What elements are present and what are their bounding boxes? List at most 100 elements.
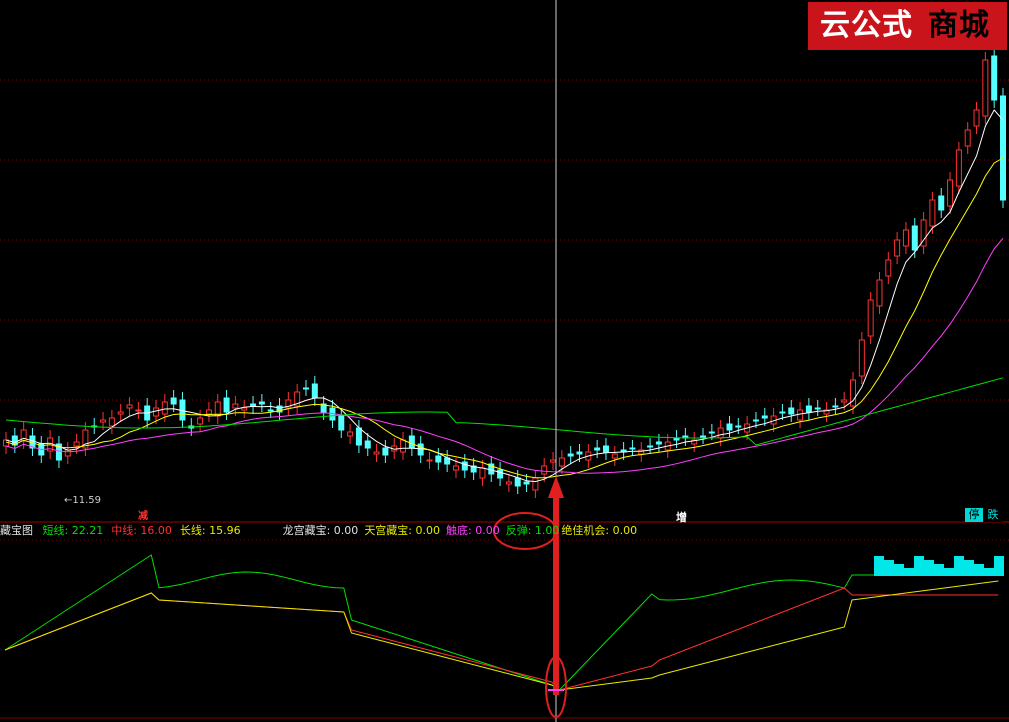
candle-body — [355, 427, 362, 446]
candle-body — [417, 443, 424, 456]
indicator-item-6: 反弹: 1.00 — [505, 524, 560, 537]
candle-body — [311, 383, 318, 399]
signal-bar — [954, 556, 964, 576]
candle-body — [558, 457, 565, 467]
stop-tag: 停 — [965, 508, 983, 522]
candle-body — [258, 401, 265, 405]
drop-tag: 跌 — [984, 508, 1002, 522]
marker-left: 减 — [138, 511, 148, 522]
candle-body — [841, 399, 848, 403]
candle-body — [241, 407, 248, 411]
candle-body — [814, 407, 821, 410]
ma10-line — [5, 157, 1004, 479]
short-line — [4, 554, 999, 691]
candle-body — [947, 179, 954, 207]
indicator-item-7: 绝佳机会: 0.00 — [561, 524, 638, 537]
candle-body — [991, 55, 998, 101]
indicator-item-0: 短线: 22.21 — [42, 524, 104, 537]
signal-bar — [994, 556, 1004, 576]
candle-body — [973, 109, 980, 127]
candle-body — [382, 447, 389, 456]
candle-body — [673, 437, 680, 441]
brand-part2: 商城 — [928, 8, 990, 43]
candle-body — [232, 403, 239, 409]
candle-body — [955, 149, 962, 187]
brand-watermark: 云公式 商城 — [808, 2, 1007, 50]
candle-body — [117, 411, 124, 415]
indicator-name: 藏宝图 — [0, 524, 33, 537]
indicator-item-2: 长线: 15.96 — [179, 524, 241, 537]
candle-body — [894, 239, 901, 257]
candle-body — [929, 199, 936, 227]
signal-bar — [934, 564, 944, 576]
candle-body — [108, 417, 115, 427]
candle-body — [876, 279, 883, 307]
candle-body — [73, 441, 80, 447]
indicator-item-4: 天宫藏宝: 0.00 — [364, 524, 441, 537]
candle-body — [788, 407, 795, 415]
candle-body — [100, 419, 107, 423]
lowest-price-label: ←11.59 — [64, 495, 102, 506]
candle-body — [400, 439, 407, 453]
candle-body — [902, 229, 909, 247]
candle-body — [479, 467, 486, 479]
candle-body — [858, 339, 865, 377]
candle-body — [602, 445, 609, 453]
candle-body — [832, 405, 839, 408]
candle-body — [514, 477, 521, 487]
candle-body — [805, 405, 812, 413]
signal-bar — [924, 560, 934, 576]
stock-chart-canvas[interactable] — [0, 0, 1009, 722]
candle-body — [594, 447, 601, 451]
candle-body — [735, 425, 742, 428]
candle-body — [885, 259, 892, 277]
candle-body — [497, 469, 504, 479]
candle-body — [752, 419, 759, 422]
candle-body — [629, 447, 636, 450]
ma5-line — [5, 109, 1004, 483]
signal-bar — [964, 560, 974, 576]
candle-body — [550, 459, 557, 463]
candle-body — [541, 465, 548, 475]
candle-body — [567, 453, 574, 457]
candle-body — [302, 387, 309, 390]
signal-bar — [914, 556, 924, 576]
candle-body — [523, 481, 530, 485]
indicator-legend: 藏宝图 短线: 22.21 中线: 16.00 长线: 15.96 龙宫藏宝: 0.0… — [0, 522, 1009, 540]
candle-body — [64, 449, 71, 457]
candle-body — [435, 455, 442, 463]
candle-body — [250, 403, 257, 407]
candle-body — [461, 461, 468, 471]
candle-body — [982, 59, 989, 117]
candle-body — [1000, 95, 1006, 201]
candle-body — [779, 411, 786, 414]
candle-body — [205, 409, 212, 415]
signal-bar — [884, 560, 894, 576]
candle-body — [700, 435, 707, 438]
candle-body — [938, 195, 945, 211]
candle-body — [726, 423, 733, 431]
ma20-line — [5, 237, 1004, 474]
indicator-item-3: 龙宫藏宝: 0.00 — [282, 524, 359, 537]
candle-body — [267, 409, 274, 412]
candle-body — [408, 435, 415, 449]
candle-body — [338, 415, 345, 431]
long-line — [4, 580, 999, 691]
signal-bar — [874, 556, 884, 576]
candle-body — [152, 407, 159, 417]
indicator-item-5: 触底: 0.00 — [446, 524, 500, 537]
candle-body — [647, 445, 654, 448]
candle-body — [964, 129, 971, 147]
signal-bar — [944, 568, 954, 576]
candle-body — [347, 431, 354, 437]
candle-body — [452, 465, 459, 471]
candle-body — [532, 477, 539, 491]
signal-bar — [894, 564, 904, 576]
candle-body — [717, 427, 724, 439]
candle-body — [867, 299, 874, 337]
candle-body — [170, 397, 177, 405]
candle-body — [797, 409, 804, 421]
candle-body — [655, 441, 662, 445]
candle-body — [364, 440, 371, 449]
signal-bar — [904, 568, 914, 576]
